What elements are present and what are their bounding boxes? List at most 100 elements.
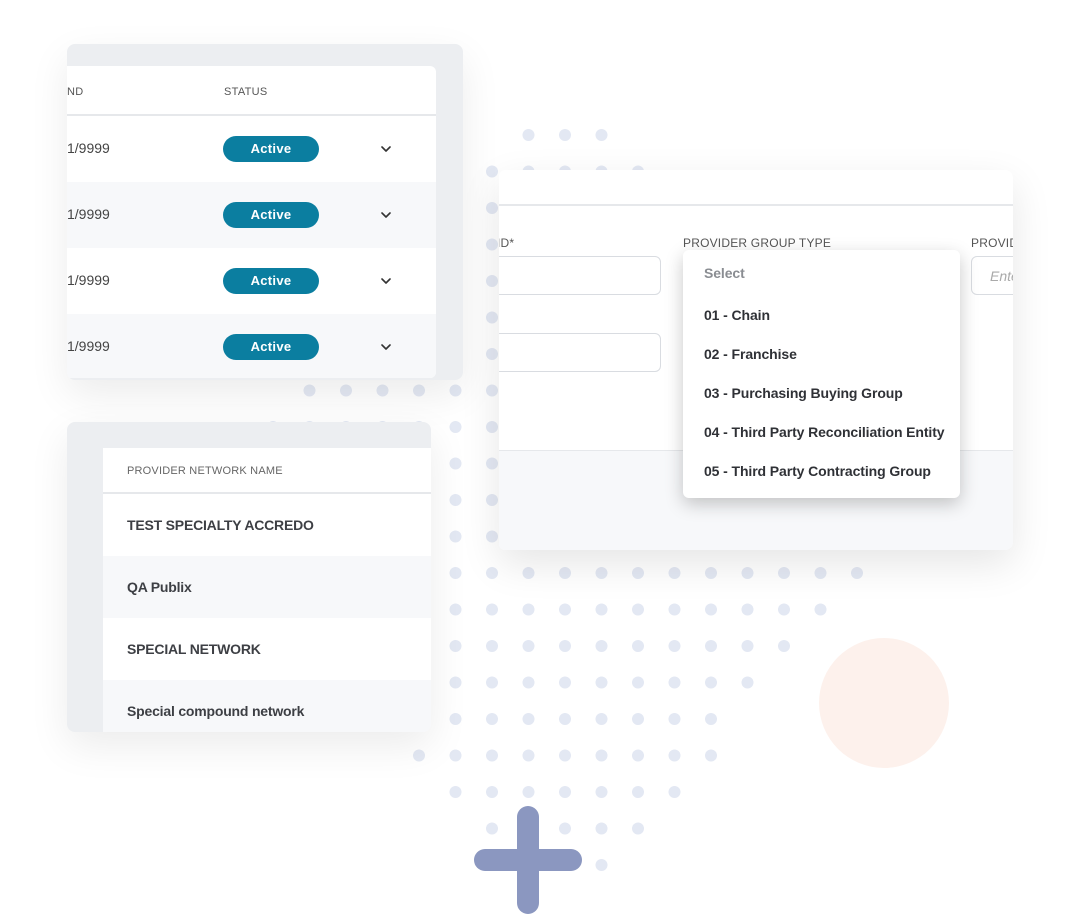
table-header: ND STATUS bbox=[67, 66, 436, 116]
decorative-dot bbox=[595, 822, 608, 835]
id-field-label: ' ID* bbox=[499, 236, 515, 250]
decorative-dot bbox=[522, 129, 535, 141]
provider-group-type-label: PROVIDER GROUP TYPE bbox=[683, 236, 832, 250]
provider-group-type-dropdown[interactable]: Select 01 - Chain 02 - Franchise 03 - Pu… bbox=[683, 250, 960, 498]
decorative-dot bbox=[595, 786, 608, 798]
dropdown-option-purchasing-buying-group[interactable]: 03 - Purchasing Buying Group bbox=[704, 385, 903, 401]
dropdown-option-franchise[interactable]: 02 - Franchise bbox=[704, 346, 797, 362]
form-header bbox=[499, 170, 1013, 206]
decorative-dot bbox=[559, 713, 571, 725]
decorative-dot bbox=[522, 676, 535, 689]
decorative-dot bbox=[449, 676, 462, 689]
decorative-dot bbox=[668, 567, 681, 579]
decorative-dot bbox=[486, 457, 498, 470]
decorative-dot bbox=[486, 238, 498, 251]
chevron-down-icon[interactable] bbox=[379, 340, 393, 354]
decorative-dot bbox=[668, 713, 681, 725]
decorative-dot bbox=[632, 603, 644, 616]
status-badge: Active bbox=[223, 202, 319, 228]
decorative-dot bbox=[559, 129, 571, 141]
id-input[interactable] bbox=[499, 256, 661, 295]
column-header-status: STATUS bbox=[224, 86, 268, 98]
decorative-dot bbox=[486, 749, 498, 762]
decorative-dot bbox=[449, 749, 462, 762]
column-header-end: ND bbox=[67, 86, 84, 98]
decorative-dot bbox=[449, 713, 462, 725]
decorative-dot bbox=[486, 311, 498, 324]
decorative-dot bbox=[778, 603, 790, 616]
end-date: 1/9999 bbox=[67, 338, 110, 354]
status-badge: Active bbox=[223, 268, 319, 294]
decorative-dot bbox=[705, 713, 717, 725]
decorative-dot bbox=[595, 713, 608, 725]
decorative-dot bbox=[741, 603, 754, 616]
decorative-dot bbox=[449, 603, 462, 616]
decorative-dot bbox=[449, 530, 462, 543]
decorative-dot bbox=[486, 713, 498, 725]
chevron-down-icon[interactable] bbox=[379, 274, 393, 288]
status-badge: Active bbox=[223, 136, 319, 162]
decorative-dot bbox=[486, 165, 498, 178]
status-badge: Active bbox=[223, 334, 319, 360]
end-date: 1/9999 bbox=[67, 272, 110, 288]
decorative-dot bbox=[522, 640, 535, 652]
table-row[interactable]: 1/9999 Active bbox=[67, 314, 436, 378]
decorative-dot bbox=[668, 676, 681, 689]
decorative-dot bbox=[778, 640, 790, 652]
decorative-dot bbox=[486, 676, 498, 689]
decorative-dot bbox=[668, 640, 681, 652]
plus-icon bbox=[474, 806, 582, 914]
table-row[interactable]: 1/9999 Active bbox=[67, 182, 436, 248]
second-input[interactable] bbox=[499, 333, 661, 372]
decorative-dot bbox=[632, 749, 644, 762]
decorative-dot bbox=[449, 421, 462, 433]
status-table: ND STATUS 1/9999 Active 1/9999 Active 1/… bbox=[67, 66, 436, 378]
dropdown-option-third-party-reconciliation[interactable]: 04 - Third Party Reconciliation Entity bbox=[704, 424, 945, 440]
decorative-dot bbox=[522, 786, 535, 798]
provider-input-placeholder: Ente bbox=[990, 268, 1013, 284]
dropdown-option-third-party-contracting[interactable]: 05 - Third Party Contracting Group bbox=[704, 463, 931, 479]
decorative-dot bbox=[559, 603, 571, 616]
table-header: PROVIDER NETWORK NAME bbox=[103, 448, 431, 494]
decorative-dot bbox=[486, 421, 498, 433]
end-date: 1/9999 bbox=[67, 140, 110, 156]
table-row[interactable]: QA Publix bbox=[103, 556, 431, 618]
decorative-dot bbox=[449, 567, 462, 579]
dropdown-placeholder[interactable]: Select bbox=[704, 265, 745, 281]
decorative-dot bbox=[632, 640, 644, 652]
table-row[interactable]: 1/9999 Active bbox=[67, 116, 436, 182]
decorative-dot bbox=[595, 859, 608, 871]
decorative-dot bbox=[595, 603, 608, 616]
status-table-card: ND STATUS 1/9999 Active 1/9999 Active 1/… bbox=[67, 44, 463, 380]
decorative-dot bbox=[522, 749, 535, 762]
decorative-dot bbox=[814, 603, 827, 616]
provider-field-label: PROVID bbox=[971, 236, 1013, 250]
network-name: TEST SPECIALTY ACCREDO bbox=[127, 517, 314, 533]
chevron-down-icon[interactable] bbox=[379, 142, 393, 156]
column-header-network-name: PROVIDER NETWORK NAME bbox=[127, 465, 283, 477]
decorative-dot bbox=[778, 567, 790, 579]
table-row[interactable]: 1/9999 Active bbox=[67, 248, 436, 314]
provider-input[interactable]: Ente bbox=[971, 256, 1013, 295]
table-row[interactable]: Special compound network bbox=[103, 680, 431, 732]
decorative-dot bbox=[486, 640, 498, 652]
decorative-dot bbox=[559, 786, 571, 798]
decorative-dot bbox=[486, 348, 498, 360]
decorative-dot bbox=[449, 384, 462, 397]
table-row[interactable]: TEST SPECIALTY ACCREDO bbox=[103, 494, 431, 556]
decorative-dot bbox=[668, 786, 681, 798]
decorative-dot bbox=[413, 384, 425, 397]
chevron-down-icon[interactable] bbox=[379, 208, 393, 222]
decorative-dot bbox=[449, 640, 462, 652]
table-row[interactable]: SPECIAL NETWORK bbox=[103, 618, 431, 680]
decorative-dot bbox=[741, 567, 754, 579]
decorative-dot bbox=[632, 822, 644, 835]
decorative-dot bbox=[376, 384, 389, 397]
decorative-dot bbox=[486, 786, 498, 798]
decorative-dot bbox=[632, 786, 644, 798]
dropdown-option-chain[interactable]: 01 - Chain bbox=[704, 307, 770, 323]
decorative-dot bbox=[741, 640, 754, 652]
decorative-dot bbox=[486, 530, 498, 543]
decorative-dot bbox=[559, 640, 571, 652]
decorative-dot bbox=[486, 275, 498, 287]
